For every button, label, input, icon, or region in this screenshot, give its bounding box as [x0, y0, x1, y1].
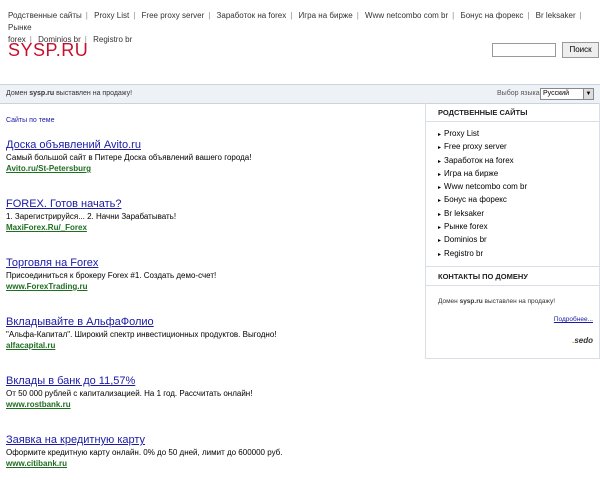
separator: |	[85, 11, 88, 20]
ad-url[interactable]: Avito.ru/St-Petersburg	[6, 163, 416, 174]
ad-description: 1. Зарегистрируйся... 2. Начни Зарабатыв…	[6, 212, 177, 221]
ad-item: Торговля на Forex Присоединиться к броке…	[6, 256, 416, 315]
ad-item: Заявка на кредитную карту Оформите креди…	[6, 433, 416, 492]
ad-url[interactable]: alfacapital.ru	[6, 340, 416, 351]
bullet-icon: ▸	[438, 171, 442, 178]
topnav-link[interactable]: Registro br	[93, 35, 132, 44]
info-bar: Домен sysp.ru выставлен на продажу! Выбо…	[0, 84, 600, 104]
chevron-down-icon[interactable]: ▼	[583, 89, 593, 99]
language-value: Русский	[543, 90, 569, 97]
related-site-item[interactable]: ▸ Www netcombo com br	[438, 181, 599, 194]
contacts-text: Домен sysp.ru выставлен на продажу!	[426, 286, 599, 305]
related-site-item[interactable]: ▸ Бонус на форекс	[438, 194, 599, 207]
related-site-link[interactable]: Br leksaker	[444, 209, 484, 218]
bullet-icon: ▸	[438, 225, 442, 232]
search-form: Поиск	[492, 41, 599, 59]
contacts-suffix: выставлен на продажу!	[482, 298, 556, 305]
bullet-icon: ▸	[438, 145, 442, 152]
bullet-icon: ▸	[438, 211, 442, 218]
topnav-link[interactable]: Www netcombo com br	[365, 11, 448, 20]
related-site-item[interactable]: ▸ Рынке forex	[438, 221, 599, 234]
bullet-icon: ▸	[438, 251, 442, 258]
topnav-link[interactable]: Бонус на форекс	[460, 11, 523, 20]
bullet-icon: ▸	[438, 198, 442, 205]
sedo-brand: sedo	[574, 336, 593, 345]
separator: |	[208, 11, 211, 20]
related-site-link[interactable]: Заработок на forex	[444, 156, 514, 165]
sale-notice: Домен sysp.ru выставлен на продажу!	[6, 90, 132, 97]
related-site-item[interactable]: ▸ Dominios br	[438, 234, 599, 247]
sale-suffix: выставлен на продажу!	[54, 90, 133, 97]
topnav-link[interactable]: Заработок на forex	[217, 11, 287, 20]
ad-item: Вкладывайте в АльфаФолио "Альфа-Капитал"…	[6, 315, 416, 374]
related-site-link[interactable]: Dominios br	[444, 235, 487, 244]
related-sites-list: ▸ Proxy List ▸ Free proxy server ▸ Заработо…	[426, 122, 599, 261]
related-site-item[interactable]: ▸ Registro br	[438, 248, 599, 261]
search-button[interactable]: Поиск	[562, 41, 599, 58]
related-site-link[interactable]: Рынке forex	[444, 222, 488, 231]
ads-list: Доска объявлений Avito.ru Самый большой …	[6, 138, 416, 492]
domain-contacts: КОНТАКТЫ ПО ДОМЕНУ Домен sysp.ru выставл…	[426, 266, 599, 305]
contacts-domain: sysp.ru	[459, 298, 483, 305]
related-topics-link[interactable]: Сайты по теме	[6, 117, 54, 124]
related-site-item[interactable]: ▸ Free proxy server	[438, 141, 599, 154]
ad-title[interactable]: Заявка на кредитную карту	[6, 433, 416, 447]
bullet-icon: ▸	[438, 158, 442, 165]
related-site-item[interactable]: ▸ Игра на бирже	[438, 168, 599, 181]
ad-item: Вклады в банк до 11,57% От 50 000 рублей…	[6, 374, 416, 433]
ad-url[interactable]: www.rostbank.ru	[6, 399, 416, 410]
topnav-link[interactable]: Br leksaker	[536, 11, 576, 20]
domain-contacts-heading: КОНТАКТЫ ПО ДОМЕНУ	[426, 266, 599, 286]
topnav-link[interactable]: Родственные сайты	[8, 11, 82, 20]
separator: |	[452, 11, 455, 20]
contacts-prefix: Домен	[438, 298, 460, 305]
related-site-item[interactable]: ▸ Заработок на forex	[438, 155, 599, 168]
related-sites-heading: РОДСТВЕННЫЕ САЙТЫ	[426, 103, 599, 122]
topnav-link[interactable]: Рынке	[8, 23, 32, 32]
ad-description: "Альфа-Капитал". Широкий спектр инвестиц…	[6, 330, 277, 339]
separator: |	[356, 11, 359, 20]
ad-title[interactable]: Вкладывайте в АльфаФолио	[6, 315, 416, 329]
ad-url[interactable]: www.ForexTrading.ru	[6, 281, 416, 292]
search-input[interactable]	[492, 42, 556, 57]
ad-description: Оформите кредитную карту онлайн. 0% до 5…	[6, 448, 283, 457]
ad-url[interactable]: MaxiForex.Ru/_Forex	[6, 222, 416, 233]
sedo-logo[interactable]: .sedo	[572, 336, 593, 345]
related-site-item[interactable]: ▸ Proxy List	[438, 128, 599, 141]
related-site-link[interactable]: Registro br	[444, 249, 483, 258]
language-label: Выбор языка	[497, 90, 540, 97]
ad-title[interactable]: Доска объявлений Avito.ru	[6, 138, 416, 152]
ad-url[interactable]: www.citibank.ru	[6, 458, 416, 469]
site-logo[interactable]: SYSP.RU	[8, 40, 88, 61]
sale-domain: sysp.ru	[29, 90, 55, 97]
topnav-link[interactable]: Игра на бирже	[299, 11, 353, 20]
bullet-icon: ▸	[438, 238, 442, 245]
ad-description: Присоединиться к брокеру Forex #1. Созда…	[6, 271, 217, 280]
related-site-link[interactable]: Игра на бирже	[444, 169, 498, 178]
separator: |	[527, 11, 530, 20]
ad-description: Самый большой сайт в Питере Доска объявл…	[6, 153, 252, 162]
separator: |	[290, 11, 293, 20]
related-site-link[interactable]: Www netcombo com br	[444, 182, 527, 191]
bullet-icon: ▸	[438, 132, 442, 138]
ad-title[interactable]: Торговля на Forex	[6, 256, 416, 270]
separator: |	[133, 11, 136, 20]
ad-item: Доска объявлений Avito.ru Самый большой …	[6, 138, 416, 197]
related-site-item[interactable]: ▸ Br leksaker	[438, 208, 599, 221]
ad-description: От 50 000 рублей с капитализацией. На 1 …	[6, 389, 253, 398]
related-site-link[interactable]: Free proxy server	[444, 142, 507, 151]
separator: |	[579, 11, 582, 20]
ad-title[interactable]: FOREX. Готов начать?	[6, 197, 416, 211]
related-site-link[interactable]: Proxy List	[444, 129, 479, 138]
related-site-link[interactable]: Бонус на форекс	[444, 195, 507, 204]
sidebar: РОДСТВЕННЫЕ САЙТЫ ▸ Proxy List ▸ Free prox…	[425, 103, 600, 359]
bullet-icon: ▸	[438, 185, 442, 192]
topnav-link[interactable]: Free proxy server	[142, 11, 205, 20]
sale-prefix: Домен	[6, 90, 30, 97]
more-details-link[interactable]: Подробнее...	[554, 316, 593, 323]
topnav-link[interactable]: Proxy List	[94, 11, 129, 20]
ad-title[interactable]: Вклады в банк до 11,57%	[6, 374, 416, 388]
ad-item: FOREX. Готов начать? 1. Зарегистрируйся.…	[6, 197, 416, 256]
language-select[interactable]: Русский ▼	[540, 88, 594, 100]
